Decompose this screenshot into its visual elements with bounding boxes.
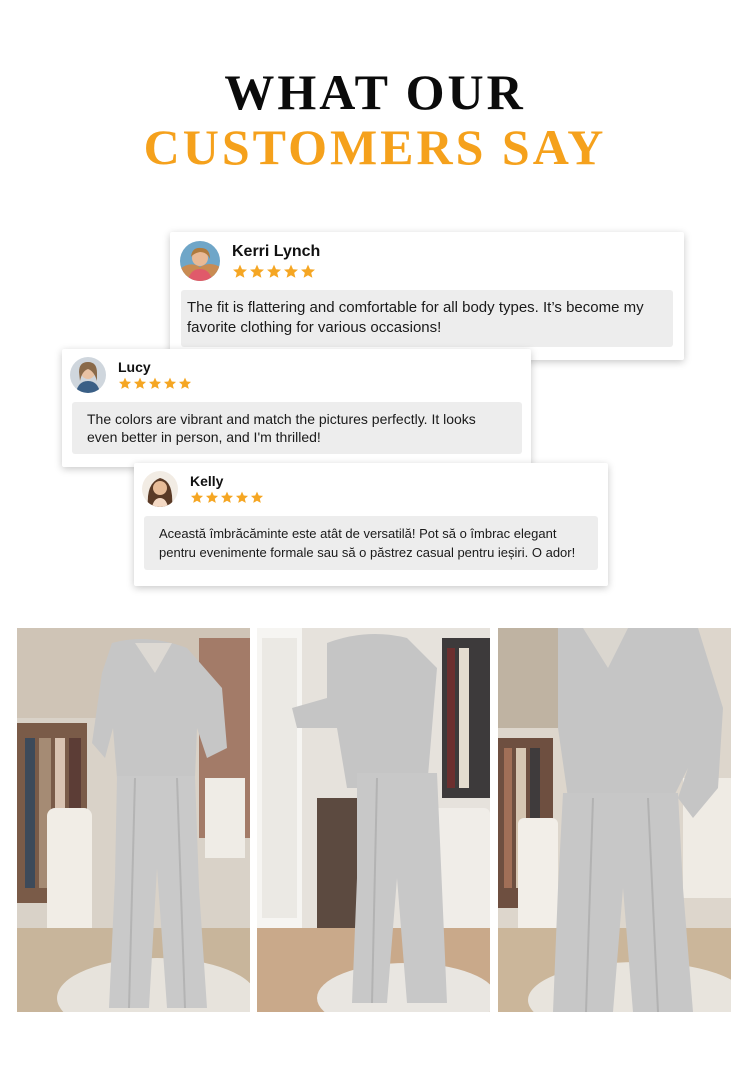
reviewer-name: Kelly	[190, 473, 224, 489]
review-text: The fit is flattering and comfortable fo…	[181, 290, 673, 347]
star-icon	[250, 491, 264, 503]
review-text: The colors are vibrant and match the pic…	[72, 402, 522, 454]
product-photo-side	[257, 628, 490, 1012]
star-rating	[190, 491, 264, 504]
star-icon	[205, 491, 219, 503]
star-icon	[148, 377, 162, 389]
star-icon	[284, 264, 298, 278]
heading-what-our: WHAT OUR	[224, 64, 526, 120]
star-icon	[163, 377, 177, 389]
star-icon	[235, 491, 249, 503]
review-text: Această îmbrăcăminte este atât de versat…	[144, 516, 598, 570]
star-rating	[232, 264, 316, 279]
star-icon	[301, 264, 315, 278]
customer-avatar	[142, 471, 178, 507]
star-icon	[220, 491, 234, 503]
customer-avatar	[70, 357, 106, 393]
product-photo-front	[17, 628, 250, 1012]
star-icon	[118, 377, 132, 389]
star-icon	[267, 264, 281, 278]
heading-customers-say: CUSTOMERS SAY	[143, 119, 607, 175]
star-icon	[250, 264, 264, 278]
star-icon	[190, 491, 204, 503]
star-icon	[233, 264, 247, 278]
star-icon	[178, 377, 192, 389]
customer-avatar	[180, 241, 220, 281]
reviewer-name: Kerri Lynch	[232, 243, 321, 260]
review-card-kelly: Kelly Această îmbrăcăminte este atât de …	[134, 463, 608, 586]
review-card-lucy: Lucy The colors are vibrant and match th…	[62, 349, 531, 467]
product-photo-closeup	[498, 628, 731, 1012]
star-rating	[118, 377, 192, 390]
star-icon	[133, 377, 147, 389]
review-card-kerri-lynch: Kerri Lynch The fit is flattering and co…	[170, 232, 684, 360]
reviewer-name: Lucy	[118, 359, 151, 375]
